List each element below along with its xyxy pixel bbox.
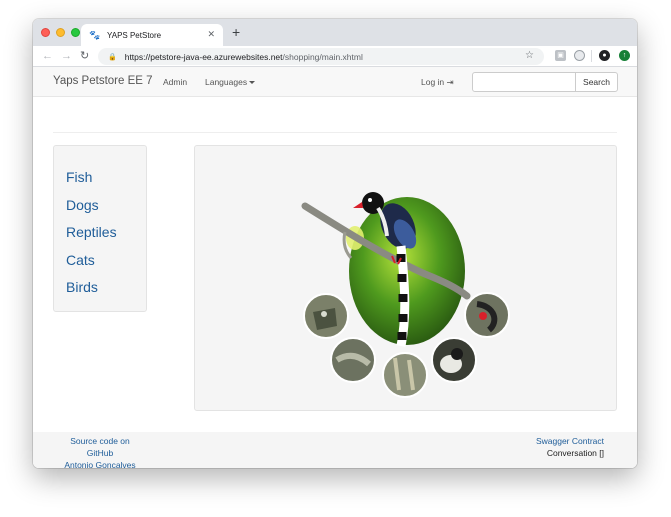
caret-down-icon [249, 81, 256, 85]
window-controls [41, 28, 80, 37]
extension-icon[interactable]: ▣ [555, 50, 566, 61]
category-dogs-link[interactable]: Dogs [66, 195, 146, 223]
minimize-window-button[interactable] [56, 28, 65, 37]
category-cats-link[interactable]: Cats [66, 250, 146, 278]
back-arrow-icon[interactable]: ← [42, 48, 53, 64]
author-link[interactable]: Antonio Goncalves [55, 459, 145, 468]
divider [53, 132, 617, 133]
search-input[interactable] [472, 72, 576, 92]
dog-favicon-icon: 🐾 [89, 29, 101, 40]
footer-api-block: Swagger Contract Conversation [] [536, 435, 604, 459]
sign-in-icon: ⇥ [446, 77, 454, 87]
tab-close-icon[interactable]: ✕ [207, 29, 215, 40]
login-link[interactable]: Log in ⇥ [421, 77, 454, 88]
address-bar[interactable]: 🔒 https://petstore-java-ee.azurewebsites… [98, 48, 544, 65]
languages-label: Languages [205, 77, 248, 87]
github-link[interactable]: GitHub [55, 447, 145, 459]
browser-window: 🐾 YAPS PetStore ✕ + ← → ↻ 🔒 https://pets… [33, 19, 637, 468]
browser-tab[interactable]: 🐾 YAPS PetStore ✕ [81, 24, 223, 46]
lock-icon: 🔒 [108, 53, 117, 61]
search-button[interactable]: Search [575, 72, 618, 92]
extension-circle-icon[interactable] [574, 50, 585, 61]
profile-avatar-icon[interactable]: ● [599, 50, 610, 61]
category-fish-link[interactable]: Fish [66, 167, 146, 195]
top-navbar: Yaps Petstore EE 7 Admin Languages Log i… [33, 67, 637, 97]
close-window-button[interactable] [41, 28, 50, 37]
swagger-contract-link[interactable]: Swagger Contract [536, 435, 604, 447]
reptile-thumbnail [330, 337, 376, 383]
footer: Source code on GitHub Antonio Goncalves … [33, 432, 637, 468]
reptile-2-thumbnail [382, 352, 428, 398]
bookmark-star-icon[interactable]: ☆ [525, 50, 534, 61]
reload-icon[interactable]: ↻ [80, 48, 89, 64]
url-text: https://petstore-java-ee.azurewebsites.n… [124, 51, 363, 62]
category-reptiles-link[interactable]: Reptiles [66, 222, 146, 250]
fish-thumbnail [303, 293, 349, 339]
cat-thumbnail [431, 337, 477, 383]
hero-splash-image [194, 145, 617, 411]
forward-arrow-icon[interactable]: → [61, 48, 72, 64]
nav-admin-link[interactable]: Admin [163, 77, 187, 87]
tab-title: YAPS PetStore [107, 30, 162, 40]
petstore-splash-illustration [301, 192, 510, 398]
update-icon[interactable]: ↑ [619, 50, 630, 61]
bird-thumbnail [464, 292, 510, 338]
browser-toolbar: ← → ↻ 🔒 https://petstore-java-ee.azurewe… [33, 46, 637, 67]
toolbar-divider [591, 50, 592, 62]
footer-source-block: Source code on GitHub Antonio Goncalves [55, 435, 145, 468]
page-content: Yaps Petstore EE 7 Admin Languages Log i… [33, 67, 637, 468]
login-label: Log in [421, 77, 445, 87]
languages-dropdown[interactable]: Languages [205, 77, 256, 87]
source-code-link[interactable]: Source code on [55, 435, 145, 447]
brand-link[interactable]: Yaps Petstore EE 7 [53, 75, 153, 87]
category-birds-link[interactable]: Birds [66, 277, 146, 305]
tab-strip: 🐾 YAPS PetStore ✕ + [33, 19, 637, 46]
conversation-text: Conversation [] [546, 448, 604, 458]
category-sidebar: Fish Dogs Reptiles Cats Birds [53, 145, 147, 312]
maximize-window-button[interactable] [71, 28, 80, 37]
new-tab-button[interactable]: + [232, 25, 240, 39]
